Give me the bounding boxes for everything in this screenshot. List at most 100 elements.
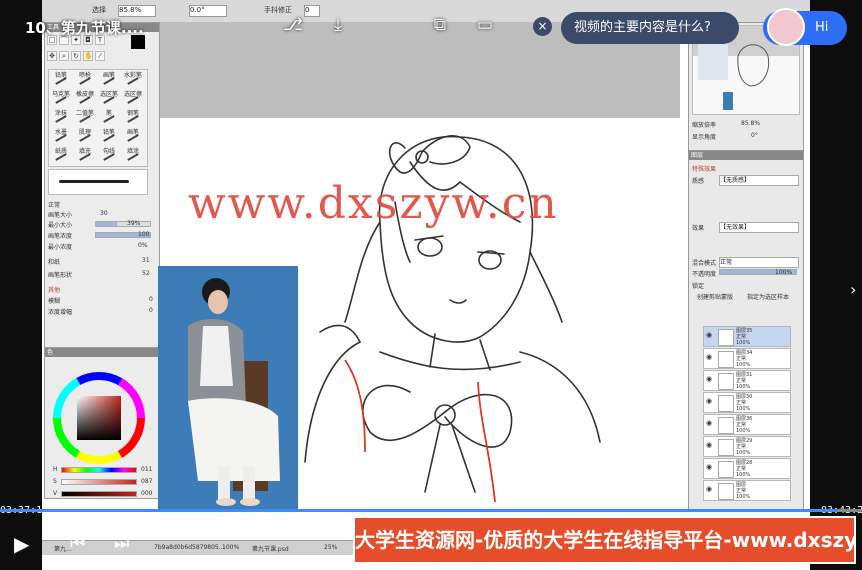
- selection-label[interactable]: 选择: [92, 5, 106, 15]
- shape-select[interactable]: 画笔形状: [48, 270, 72, 279]
- status-zoom-1: 100%: [222, 544, 240, 551]
- hand-icon[interactable]: ✋: [83, 51, 93, 61]
- zoom-field[interactable]: 85.8%: [118, 5, 156, 17]
- layer-opacity: 100%: [736, 494, 751, 500]
- download-icon[interactable]: ⤓: [327, 14, 349, 36]
- play-icon[interactable]: ▶: [14, 532, 29, 556]
- effect-dropdown[interactable]: 【无效果】: [719, 222, 799, 233]
- layer-row[interactable]: ◉ 图层30 正常 100%: [703, 392, 791, 413]
- status-file-3[interactable]: 第九节课.psd: [252, 544, 289, 553]
- brush-item[interactable]: 喷枪: [73, 70, 97, 88]
- brush-item[interactable]: 钢笔: [121, 108, 145, 126]
- brush-label: 橡皮擦: [75, 91, 94, 98]
- brush-size-value[interactable]: 30: [100, 210, 108, 217]
- texture-select[interactable]: 和纸: [48, 257, 60, 266]
- eye-icon[interactable]: ◉: [706, 375, 712, 383]
- blend-mode-label[interactable]: 正常: [48, 200, 60, 209]
- extra-section-label: 其他: [48, 287, 61, 294]
- brush-item[interactable]: 选区笔: [97, 89, 121, 107]
- brush-item[interactable]: 橡皮擦: [73, 89, 97, 107]
- texture-dropdown[interactable]: 【无质感】: [719, 175, 799, 186]
- next-chevron-icon[interactable]: ›: [850, 280, 856, 299]
- brush-item[interactable]: 水墨: [49, 127, 73, 145]
- stabilizer-field[interactable]: 0: [304, 5, 320, 17]
- rotation-field[interactable]: 0.0°: [189, 5, 227, 17]
- brush-grid: 铅笔 喷枪 画笔 水彩笔 马克笔 橡皮擦 选区笔 选区擦 涂抹 二值笔笔钢笔 水墨 肌理 铅笔 画笔 纸质填…: [48, 69, 148, 167]
- status-file-2[interactable]: 7b9a8d0b6d5879805...: [154, 544, 224, 551]
- tool-row-2: ✥ ⌕ ↻ ✋ ⁄: [47, 51, 155, 63]
- brush-item[interactable]: 涂抹: [49, 108, 73, 126]
- brush-label: 二值笔: [75, 110, 94, 117]
- eye-icon[interactable]: ◉: [706, 463, 712, 471]
- zoom-tool-icon[interactable]: ⌕: [59, 51, 69, 61]
- min-size-fill: [96, 222, 118, 226]
- picture-in-picture-icon[interactable]: ⧉: [429, 14, 451, 36]
- progress-bar[interactable]: [0, 509, 862, 512]
- rotation-value: 0.0°: [190, 6, 205, 14]
- layer-info: 图层34 正常 100%: [736, 350, 752, 368]
- layer-row[interactable]: ◉ 图层35 正常 100%: [703, 326, 791, 347]
- layer-row[interactable]: ◉ 图层 正常 100%: [703, 480, 791, 501]
- brush-item[interactable]: 填涂: [121, 146, 145, 164]
- brush-item[interactable]: 铅笔: [97, 127, 121, 145]
- saturation-slider[interactable]: [61, 479, 137, 485]
- layer-info: 图层28 正常 100%: [736, 460, 752, 478]
- reference-photo-image: [158, 266, 298, 511]
- layer-thumbnail: [718, 439, 734, 456]
- blend-dropdown[interactable]: 正常: [719, 257, 799, 268]
- move-icon[interactable]: ✥: [47, 51, 57, 61]
- left-letterbox: [0, 0, 42, 570]
- brush-item[interactable]: 笔: [97, 108, 121, 126]
- ai-question-bubble[interactable]: 视频的主要内容是什么?: [561, 12, 739, 44]
- layer-row[interactable]: ◉ 图层36 正常 100%: [703, 414, 791, 435]
- robot-avatar-icon: [767, 8, 805, 46]
- stabilizer-value: 0: [305, 6, 310, 14]
- layer-row[interactable]: ◉ 图层31 正常 100%: [703, 370, 791, 391]
- layer-info: 图层35 正常 100%: [736, 328, 752, 346]
- brush-item[interactable]: 水彩笔: [121, 70, 145, 88]
- share-icon[interactable]: ⎇: [282, 14, 304, 36]
- select-sample-label[interactable]: 指定为选区样本: [747, 292, 789, 301]
- nav-rotate-label: 显示角度: [692, 134, 717, 141]
- hue-slider[interactable]: [61, 467, 137, 473]
- previous-icon[interactable]: ⏮: [70, 532, 85, 556]
- next-icon[interactable]: ⏭: [114, 532, 129, 556]
- video-title: 10、第九节课....: [25, 19, 144, 37]
- eyedropper-icon[interactable]: ⁄: [95, 51, 105, 61]
- brush-item[interactable]: 画笔: [97, 70, 121, 88]
- brush-item[interactable]: 马克笔: [49, 89, 73, 107]
- brush-item[interactable]: 填充: [73, 146, 97, 164]
- nav-zoom-value: 85.8%: [741, 120, 761, 127]
- eye-icon[interactable]: ◉: [706, 397, 712, 405]
- shape-value: 52: [142, 270, 150, 277]
- clip-checkbox-label[interactable]: 创建剪贴蒙版: [697, 292, 733, 301]
- close-ai-icon[interactable]: ×: [533, 17, 552, 36]
- effect-label: 效果: [692, 225, 705, 232]
- eye-icon[interactable]: ◉: [706, 419, 712, 427]
- color-wheel[interactable]: [53, 372, 145, 464]
- zoom-value: 85.8%: [119, 6, 142, 14]
- window-icon[interactable]: ▭: [474, 14, 496, 36]
- eye-icon[interactable]: ◉: [706, 331, 712, 339]
- eye-icon[interactable]: ◉: [706, 353, 712, 361]
- brush-item[interactable]: 纸质: [49, 146, 73, 164]
- rotate-icon[interactable]: ↻: [71, 51, 81, 61]
- brush-item[interactable]: 勾线: [97, 146, 121, 164]
- layer-thumbnail: [718, 417, 734, 434]
- watermark-text: www.dxszyw.cn: [188, 178, 559, 229]
- value-slider[interactable]: [61, 491, 137, 497]
- brush-item[interactable]: 二值笔: [73, 108, 97, 126]
- brush-item[interactable]: 选区擦: [121, 89, 145, 107]
- tool-panel: 工具 □ ⌒ ✦ ◘ T ✥ ⌕ ↻ ✋ ⁄ 铅笔 喷枪 画笔 水彩笔 马克笔 橡皮擦 选区…: [44, 22, 160, 349]
- hi-label: Hi: [815, 20, 829, 35]
- brush-item[interactable]: 画笔: [121, 127, 145, 145]
- layer-row[interactable]: ◉ 图层34 正常 100%: [703, 348, 791, 369]
- brush-item[interactable]: 铅笔: [49, 70, 73, 88]
- promo-banner: 大学生资源网-优质的大学生在线指导平台-www.dxszyw.cn: [353, 516, 856, 564]
- layer-row[interactable]: ◉ 图层29 正常 100%: [703, 436, 791, 457]
- layer-row[interactable]: ◉ 图层28 正常 100%: [703, 458, 791, 479]
- eye-icon[interactable]: ◉: [706, 441, 712, 449]
- brush-item[interactable]: 肌理: [73, 127, 97, 145]
- eye-icon[interactable]: ◉: [706, 485, 712, 493]
- min-size-slider[interactable]: [95, 221, 151, 227]
